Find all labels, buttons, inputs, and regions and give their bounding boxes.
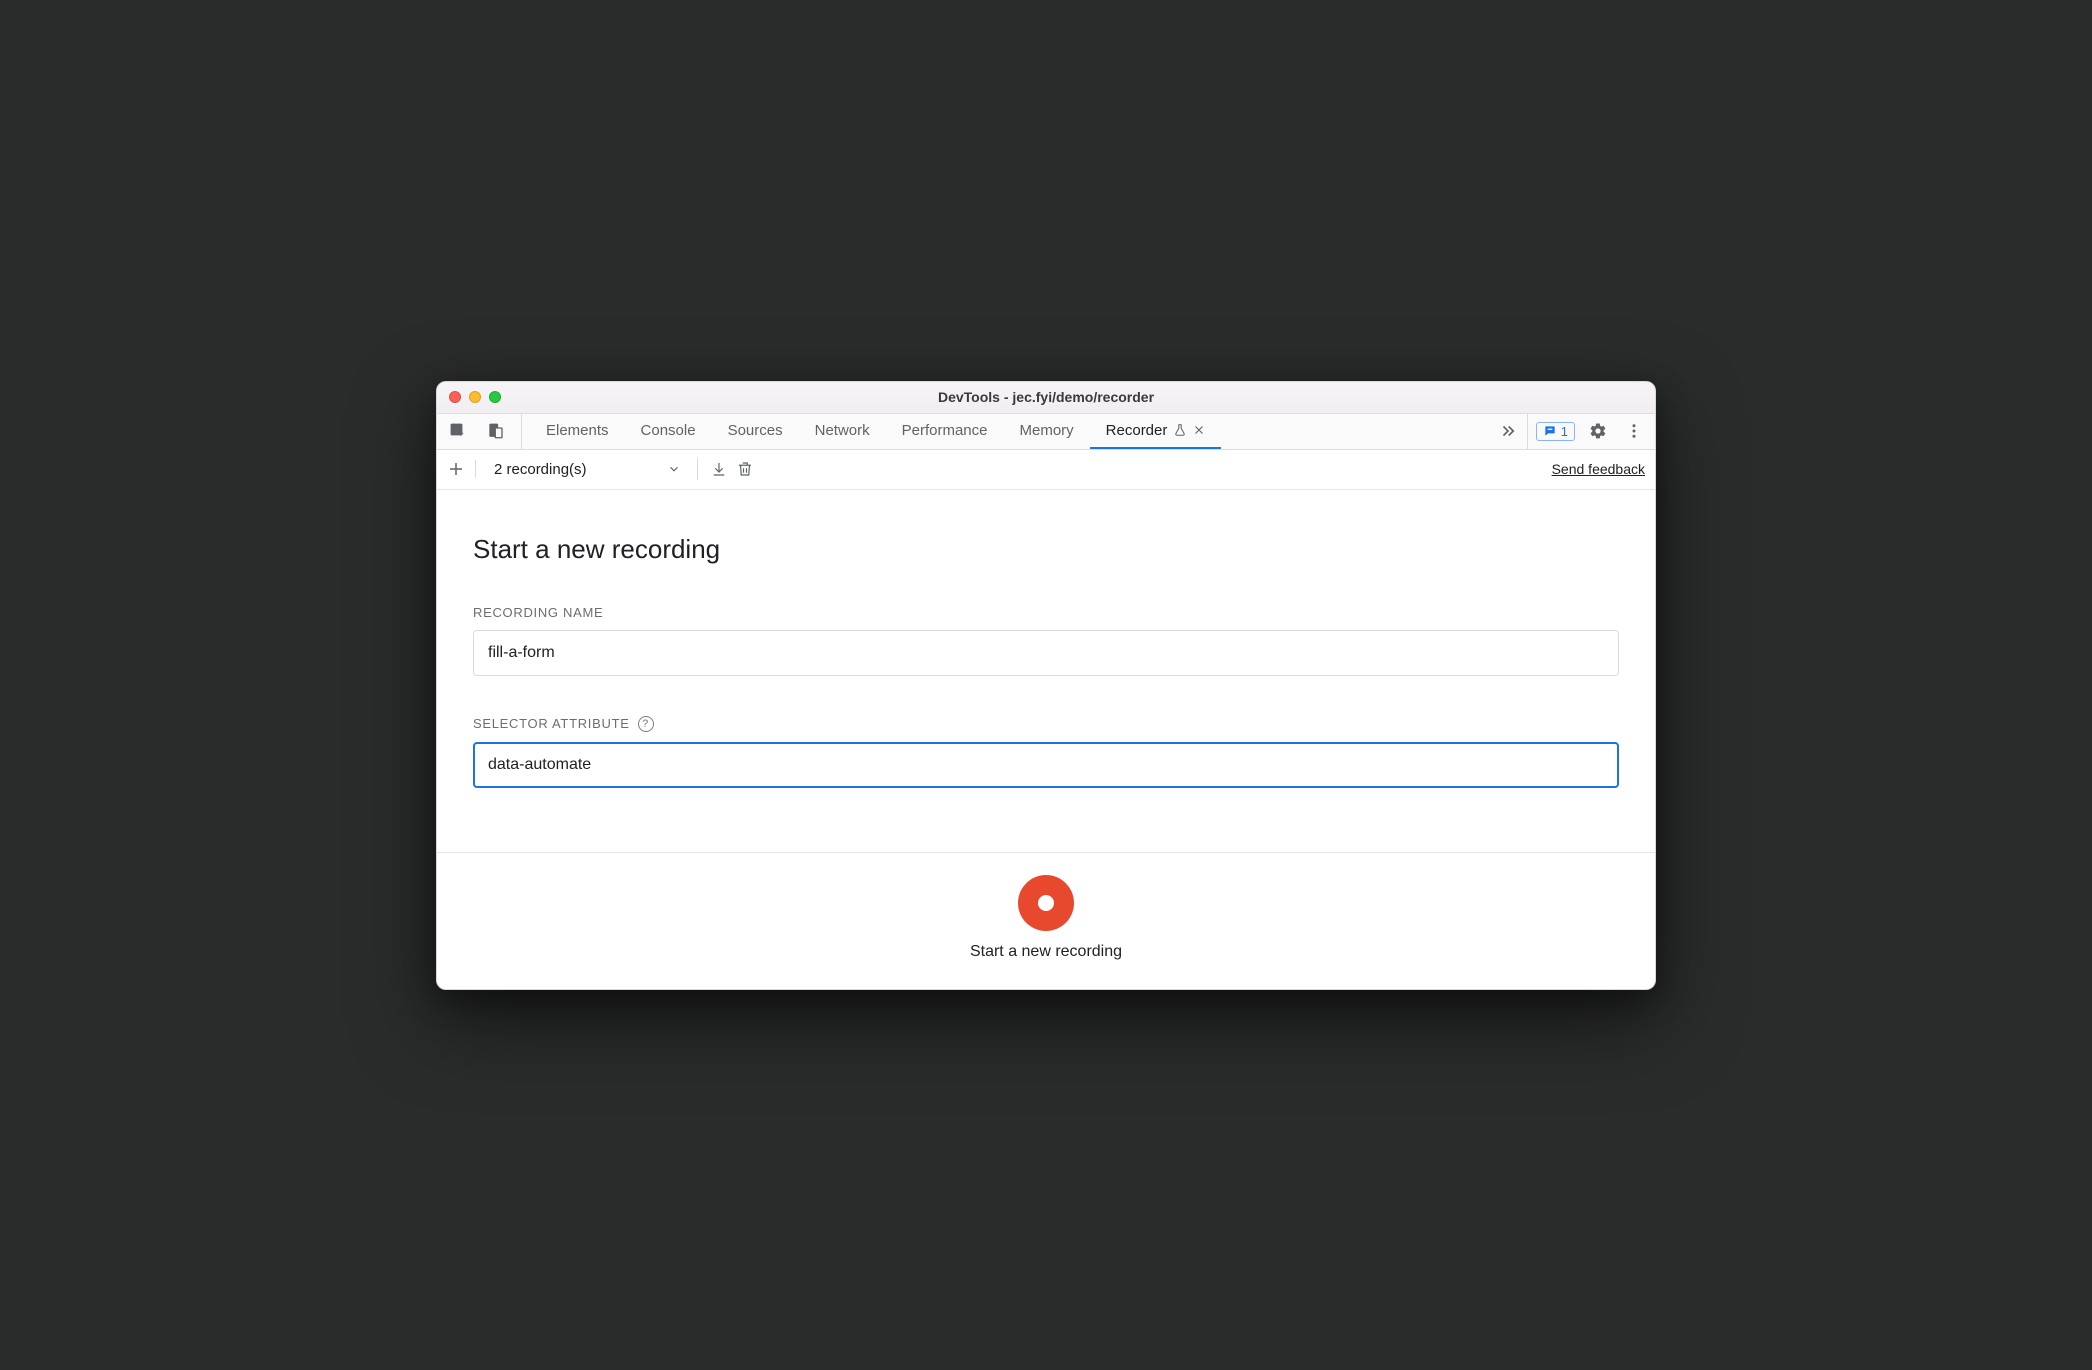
window-close-button[interactable] [449,391,461,403]
recorder-footer: Start a new recording [437,852,1655,989]
tab-network[interactable]: Network [799,414,886,449]
tabs-right-controls: 1 [1527,414,1647,449]
tab-recorder[interactable]: Recorder [1090,414,1222,449]
gear-icon [1589,422,1607,440]
recording-name-input[interactable] [473,630,1619,676]
window-minimize-button[interactable] [469,391,481,403]
delete-button[interactable] [732,456,758,482]
inspect-tools [445,414,522,449]
inspect-element-icon[interactable] [445,418,471,444]
settings-button[interactable] [1585,418,1611,444]
chevron-down-icon [667,462,681,476]
devtools-window: DevTools - jec.fyi/demo/recorder Element… [436,381,1656,990]
tab-label: Memory [1020,422,1074,439]
recordings-dropdown[interactable]: 2 recording(s) [486,461,689,478]
recorder-content: Start a new recording Recording Name Sel… [437,490,1655,852]
issues-count: 1 [1561,424,1568,439]
flask-icon [1173,423,1187,437]
tab-sources[interactable]: Sources [712,414,799,449]
record-button[interactable] [1018,875,1074,931]
page-heading: Start a new recording [473,534,1619,565]
tab-console[interactable]: Console [625,414,712,449]
more-tabs-button[interactable] [1489,414,1527,449]
window-titlebar: DevTools - jec.fyi/demo/recorder [437,382,1655,414]
tab-elements[interactable]: Elements [530,414,625,449]
record-button-label: Start a new recording [970,943,1122,961]
recorder-toolbar: 2 recording(s) Send feedback [437,450,1655,490]
window-title: DevTools - jec.fyi/demo/recorder [437,389,1655,405]
tab-label: Console [641,422,696,439]
export-button[interactable] [706,456,732,482]
recording-name-field: Recording Name [473,605,1619,676]
help-icon[interactable]: ? [638,716,654,732]
close-icon[interactable] [1193,424,1205,436]
selector-attribute-field: Selector Attribute ? [473,716,1619,788]
new-recording-button[interactable] [447,460,476,478]
device-toolbar-icon[interactable] [483,418,509,444]
tab-memory[interactable]: Memory [1004,414,1090,449]
devtools-tabs-row: Elements Console Sources Network Perform… [437,414,1655,450]
selector-attribute-label-text: Selector Attribute [473,716,630,731]
tab-label: Sources [728,422,783,439]
recording-name-label: Recording Name [473,605,1619,620]
recordings-dropdown-label: 2 recording(s) [494,461,587,478]
separator [697,458,698,480]
message-icon [1543,424,1557,438]
tab-label: Recorder [1106,422,1168,439]
kebab-menu-button[interactable] [1621,418,1647,444]
issues-button[interactable]: 1 [1536,422,1575,441]
tab-label: Performance [902,422,988,439]
tab-list: Elements Console Sources Network Perform… [530,414,1489,449]
tab-performance[interactable]: Performance [886,414,1004,449]
window-traffic-lights [449,391,501,403]
window-maximize-button[interactable] [489,391,501,403]
tab-label: Network [815,422,870,439]
trash-icon [736,460,754,478]
selector-attribute-label: Selector Attribute ? [473,716,1619,732]
tab-label: Elements [546,422,609,439]
kebab-icon [1625,422,1643,440]
download-icon [710,460,728,478]
selector-attribute-input[interactable] [473,742,1619,788]
send-feedback-link[interactable]: Send feedback [1552,461,1645,477]
